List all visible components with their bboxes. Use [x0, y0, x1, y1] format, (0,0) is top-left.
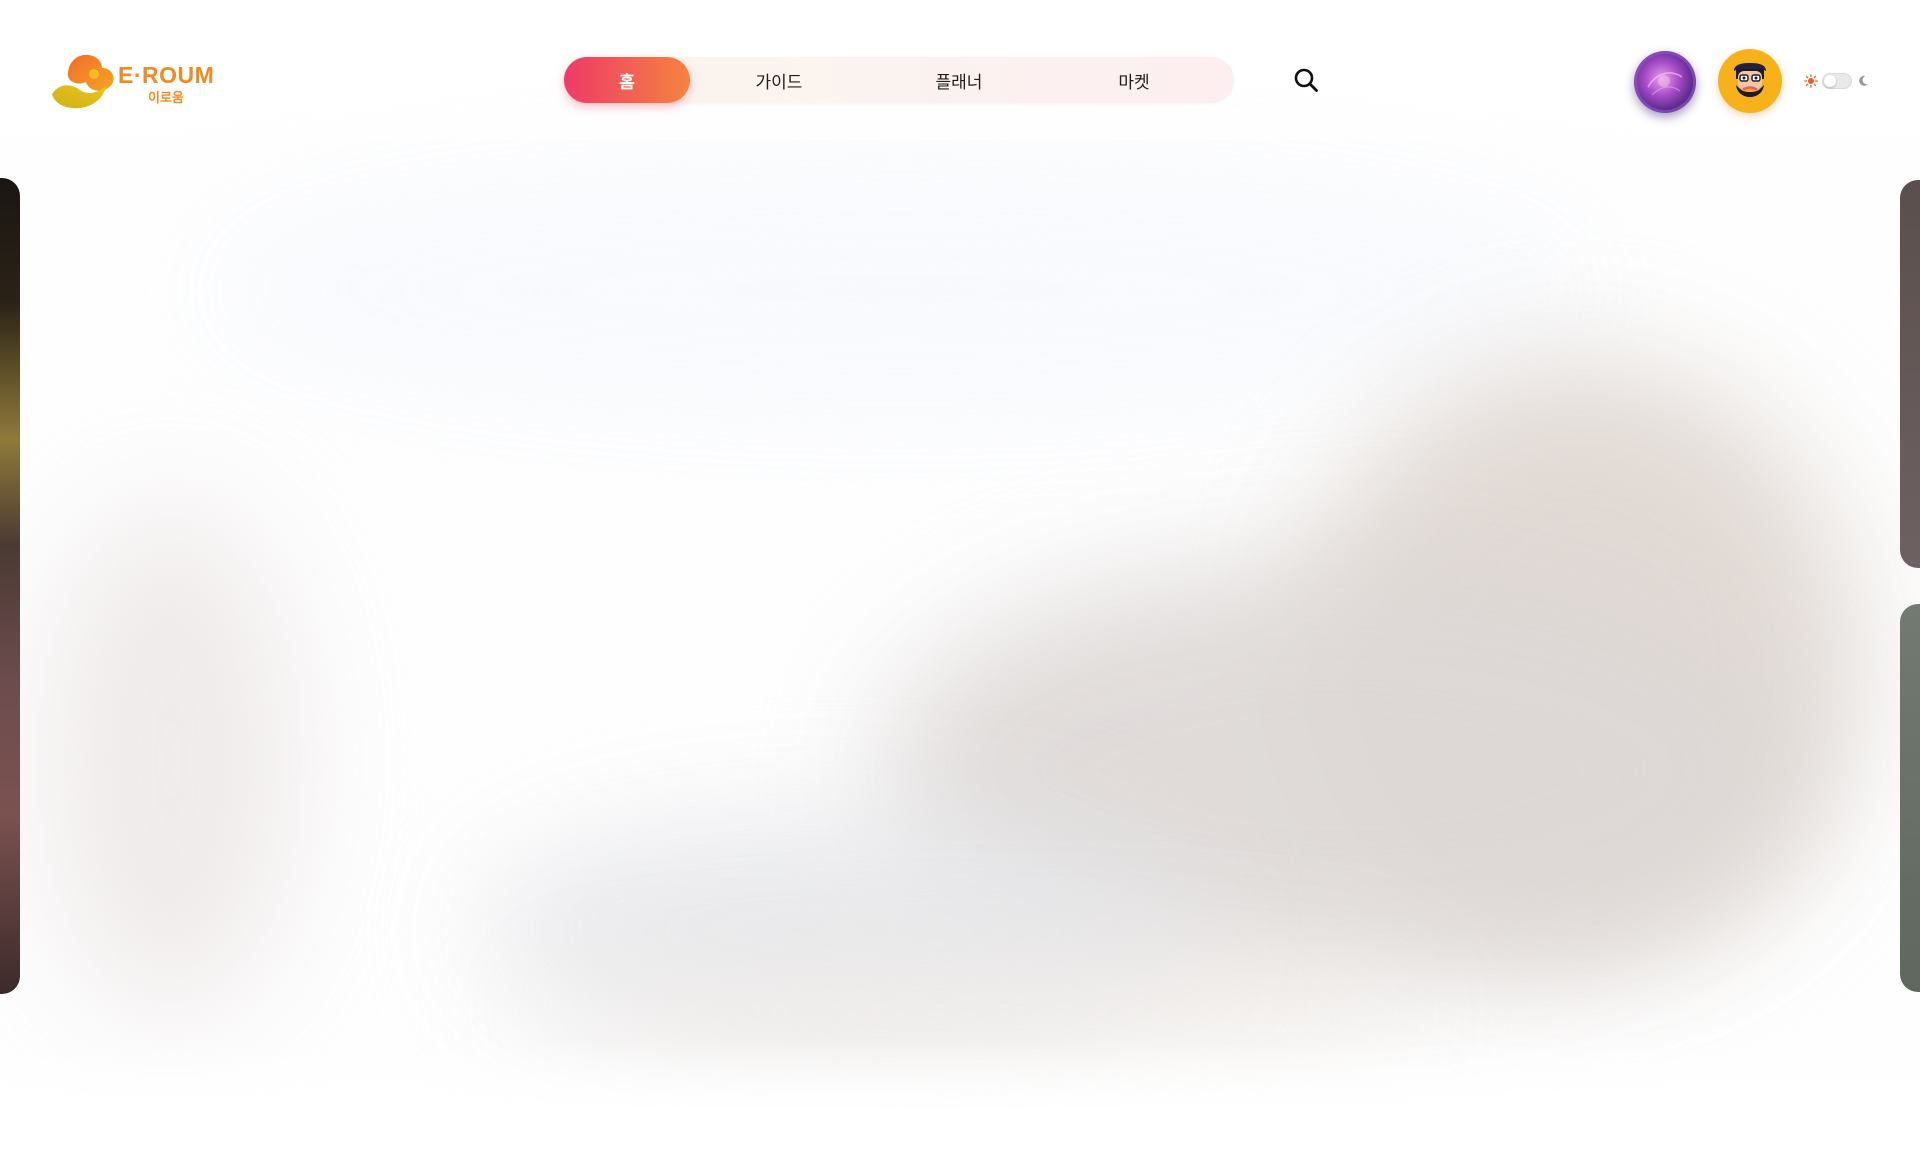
- brand-logo[interactable]: E·ROUM 이로움: [50, 52, 220, 110]
- main-nav: 홈 가이드 플래너 마켓: [564, 57, 1234, 103]
- logo-wordmark: E·ROUM: [118, 62, 215, 88]
- top-header: E·ROUM 이로움 홈 가이드 플래너 마켓: [0, 0, 1920, 140]
- sun-icon: [1804, 74, 1818, 88]
- carousel-next-slide-top[interactable]: [1900, 180, 1920, 568]
- carousel-next-slide-bottom[interactable]: [1900, 604, 1920, 992]
- theme-toggle[interactable]: [1804, 70, 1874, 92]
- page: E·ROUM 이로움 홈 가이드 플래너 마켓: [0, 0, 1920, 1162]
- tab-guide[interactable]: 가이드: [714, 57, 844, 103]
- search-button[interactable]: [1290, 64, 1322, 96]
- tab-market[interactable]: 마켓: [1069, 57, 1199, 103]
- purple-orb-icon: [1647, 72, 1683, 96]
- search-icon: [1294, 68, 1318, 92]
- dark-mode-switch[interactable]: [1822, 73, 1852, 89]
- hero-carousel-background: [0, 0, 1920, 1162]
- tab-home[interactable]: 홈: [564, 57, 690, 103]
- logo-mark-icon: [52, 54, 114, 109]
- user-avatar-button[interactable]: [1718, 49, 1782, 113]
- tab-planner[interactable]: 플래너: [894, 57, 1024, 103]
- purple-orb-button[interactable]: [1634, 51, 1696, 113]
- moon-icon: [1856, 74, 1870, 88]
- bearded-man-avatar-icon: [1734, 63, 1766, 97]
- switch-knob: [1824, 75, 1836, 87]
- logo-subtitle: 이로움: [148, 91, 184, 106]
- carousel-prev-slide[interactable]: [0, 178, 20, 994]
